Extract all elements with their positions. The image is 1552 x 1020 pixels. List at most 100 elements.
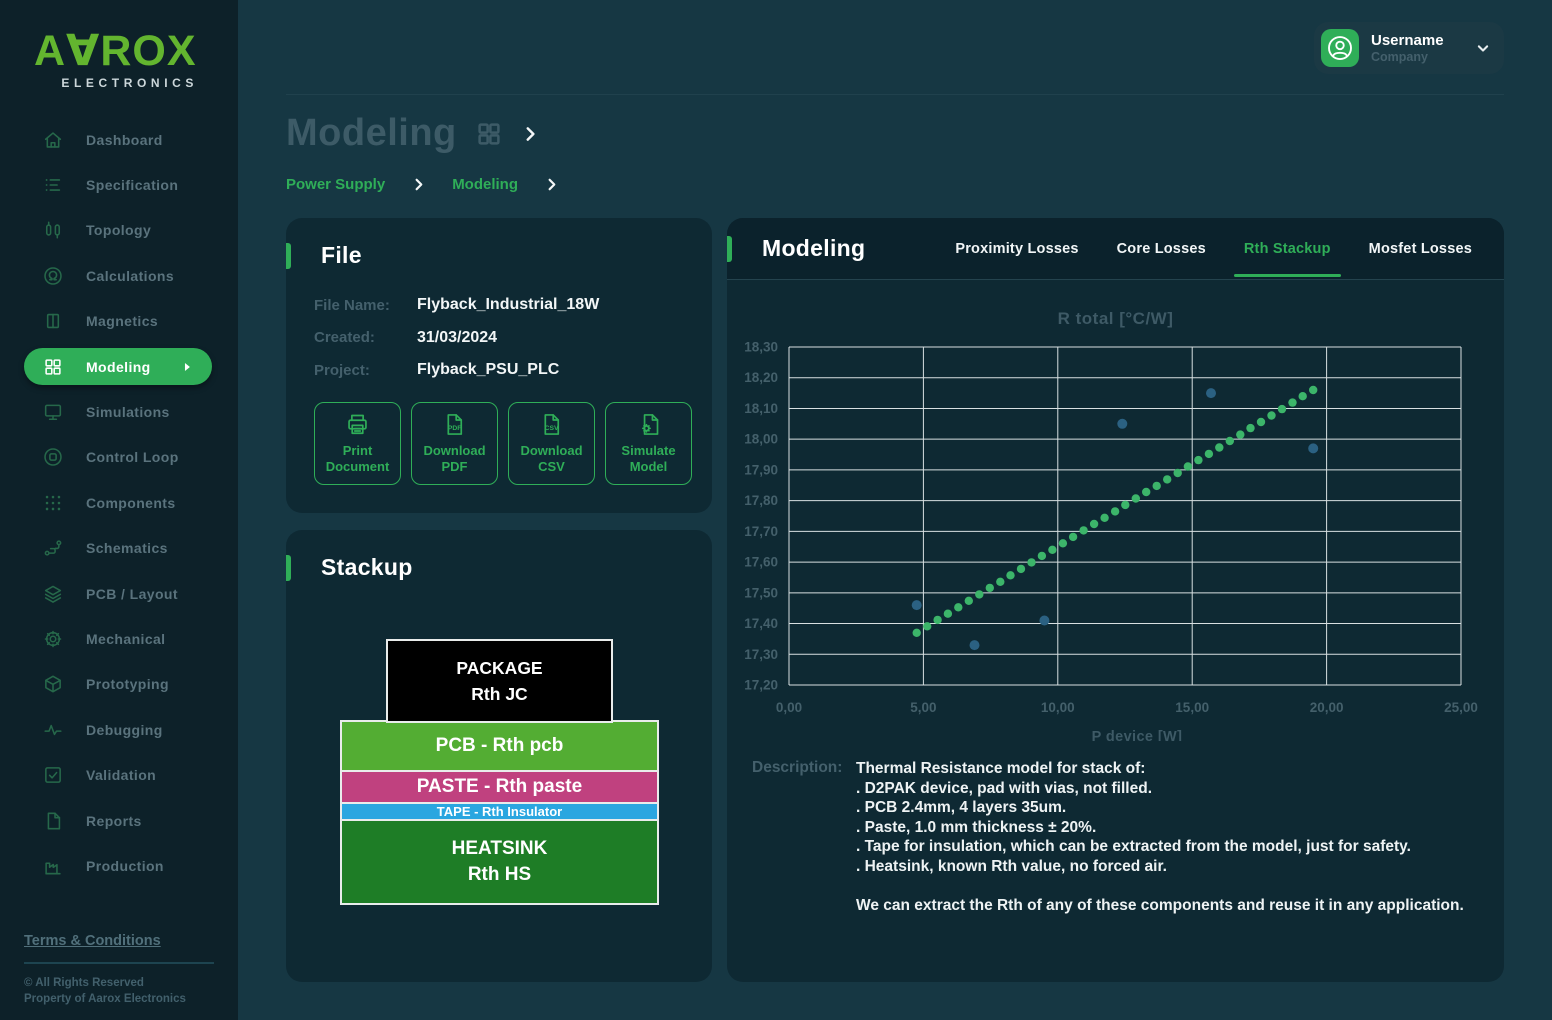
breadcrumb-modeling[interactable]: Modeling [452, 176, 518, 193]
stackup-package-box: PACKAGE Rth JC [386, 639, 613, 723]
sidebar-item-modeling[interactable]: Modeling [0, 344, 238, 389]
user-name: Username [1371, 32, 1474, 49]
sidebar-item-calculations[interactable]: Calculations [0, 253, 238, 298]
breadcrumb-power-supply[interactable]: Power Supply [286, 176, 385, 193]
sidebar-item-label: Specification [86, 177, 178, 193]
sidebar-item-simulations[interactable]: Simulations [0, 389, 238, 434]
svg-text:17,30: 17,30 [744, 647, 778, 662]
sidebar-item-label: Control Loop [86, 449, 179, 465]
field-value: Flyback_PSU_PLC [417, 361, 559, 379]
action-button-label: Simulate Model [621, 443, 675, 476]
list-icon [42, 174, 64, 196]
sidebar: A∀ROX ELECTRONICS Dashboard Specification… [0, 0, 238, 1020]
accent-bar [286, 555, 291, 581]
record-icon [42, 446, 64, 468]
document-icon [42, 810, 64, 832]
magnetics-icon [42, 310, 64, 332]
description-label: Description: [752, 759, 856, 915]
sidebar-item-label: Topology [86, 222, 151, 238]
svg-text:25,00: 25,00 [1444, 700, 1478, 715]
left-column: File File Name:Flyback_Industrial_18W Cre… [286, 218, 712, 982]
sidebar-nav: Dashboard Specification Topology Calculatio… [0, 117, 238, 889]
svg-text:17,20: 17,20 [744, 678, 778, 693]
simulate-model-button[interactable]: Simulate Model [605, 402, 692, 485]
chevron-right-icon [544, 177, 559, 192]
print-document-button[interactable]: Print Document [314, 402, 401, 485]
brand-logo-subtext: ELECTRONICS [34, 76, 198, 90]
tab-core-losses[interactable]: Core Losses [1117, 241, 1206, 257]
sidebar-item-label: Magnetics [86, 313, 158, 329]
field-value: Flyback_Industrial_18W [417, 296, 599, 314]
layers-icon [42, 583, 64, 605]
brand-logo: A∀ROX ELECTRONICS [0, 0, 200, 90]
topbar: Username Company [286, 0, 1504, 95]
simulate-file-icon [635, 411, 662, 438]
sidebar-item-label: Components [86, 495, 176, 511]
chevron-right-icon [411, 177, 426, 192]
sidebar-item-label: Validation [86, 767, 156, 783]
file-field-created: Created:31/03/2024 [314, 322, 712, 355]
user-icon [1325, 33, 1355, 63]
sidebar-item-control-loop[interactable]: Control Loop [0, 435, 238, 480]
sidebar-item-topology[interactable]: Topology [0, 208, 238, 253]
factory-icon [42, 855, 64, 877]
accent-bar [727, 236, 732, 262]
field-label: File Name: [314, 297, 417, 314]
user-menu[interactable]: Username Company [1314, 22, 1504, 74]
file-card: File File Name:Flyback_Industrial_18W Cre… [286, 218, 712, 513]
sidebar-item-debugging[interactable]: Debugging [0, 707, 238, 752]
download-pdf-button[interactable]: PDFDownload PDF [411, 402, 498, 485]
main-content: Username Company Modeling Power Supply M… [238, 0, 1552, 1020]
description-row: Description: Thermal Resistance model fo… [752, 759, 1474, 915]
sidebar-item-mechanical[interactable]: Mechanical [0, 616, 238, 661]
tab-rth-stackup[interactable]: Rth Stackup [1244, 241, 1331, 257]
file-card-title: File [321, 242, 362, 269]
stackup-diagram: PACKAGE Rth JC PCB - Rth pcbPASTE - Rth … [340, 639, 659, 905]
breadcrumb: Power Supply Modeling [286, 176, 1504, 193]
sidebar-item-dashboard[interactable]: Dashboard [0, 117, 238, 162]
modeling-tabs: Proximity Losses Core Losses Rth Stackup Mo… [955, 218, 1472, 279]
download-csv-button[interactable]: CSVDownload CSV [508, 402, 595, 485]
sidebar-item-validation[interactable]: Validation [0, 752, 238, 797]
modeling-card: Modeling Proximity Losses Core Losses Rth … [727, 218, 1504, 982]
copyright-line: Property of Aarox Electronics [24, 991, 214, 1008]
field-value: 31/03/2024 [417, 329, 497, 347]
printer-icon [344, 411, 371, 438]
stackup-layer-pcb-rth-pcb: PCB - Rth pcb [340, 720, 659, 772]
sidebar-item-components[interactable]: Components [0, 480, 238, 525]
pulse-icon [42, 719, 64, 741]
monitor-icon [42, 401, 64, 423]
user-avatar [1321, 29, 1359, 67]
stackup-card-title-row: Stackup [286, 530, 712, 581]
sidebar-item-pcb-layout[interactable]: PCB / Layout [0, 571, 238, 616]
sidebar-item-label: Calculations [86, 268, 174, 284]
sidebar-item-label: Production [86, 858, 164, 874]
rth-stackup-chart: 17,2017,3017,4017,5017,6017,7017,8017,90… [727, 333, 1503, 741]
terms-and-conditions-link[interactable]: Terms & Conditions [24, 933, 214, 949]
home-icon [42, 129, 64, 151]
chart-title: R total [°C/W] [727, 309, 1504, 329]
modeling-card-title: Modeling [762, 235, 865, 262]
sidebar-item-production[interactable]: Production [0, 843, 238, 888]
svg-text:CSV: CSV [545, 425, 559, 432]
svg-text:17,80: 17,80 [744, 493, 778, 508]
file-actions: Print DocumentPDFDownload PDFCSVDownload… [314, 402, 712, 485]
sidebar-item-label: Schematics [86, 540, 168, 556]
sidebar-item-label: Dashboard [86, 132, 163, 148]
sidebar-item-label: Debugging [86, 722, 163, 738]
svg-text:0,00: 0,00 [776, 700, 802, 715]
sidebar-item-schematics[interactable]: Schematics [0, 526, 238, 571]
sidebar-item-specification[interactable]: Specification [0, 162, 238, 207]
chevron-right-icon[interactable] [521, 125, 539, 143]
file-fields: File Name:Flyback_Industrial_18W Created:… [314, 289, 712, 387]
svg-text:P device [W]: P device [W] [1092, 729, 1183, 741]
tab-mosfet-losses[interactable]: Mosfet Losses [1369, 241, 1472, 257]
sidebar-item-prototyping[interactable]: Prototyping [0, 662, 238, 707]
stackup-card-title: Stackup [321, 554, 413, 581]
tab-proximity-losses[interactable]: Proximity Losses [955, 241, 1078, 257]
user-meta: Username Company [1371, 32, 1474, 64]
sidebar-item-reports[interactable]: Reports [0, 798, 238, 843]
sidebar-item-magnetics[interactable]: Magnetics [0, 299, 238, 344]
sidebar-item-label: Simulations [86, 404, 170, 420]
file-card-title-row: File [286, 218, 712, 269]
